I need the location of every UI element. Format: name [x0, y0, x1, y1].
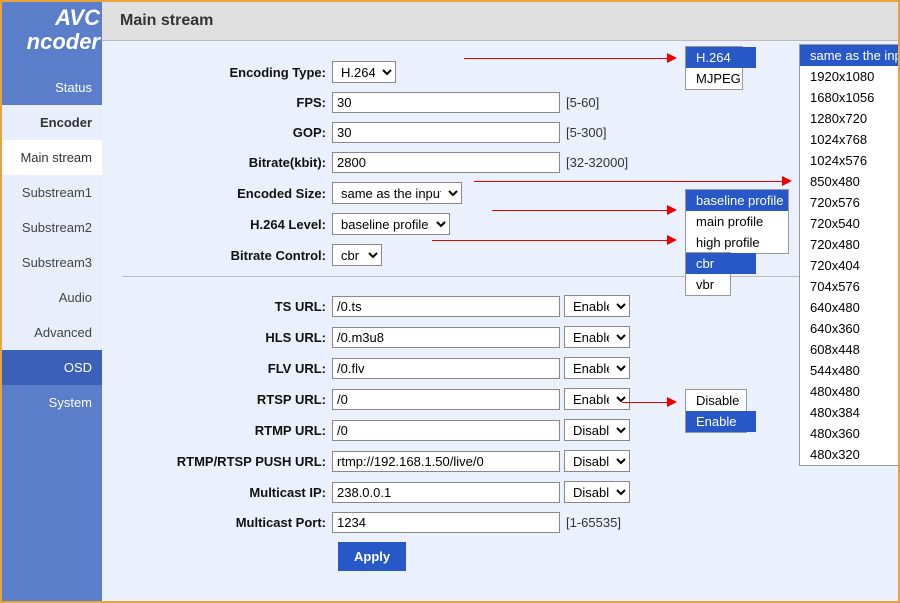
- select-ts-enable[interactable]: Enable: [564, 295, 630, 317]
- popup-item[interactable]: cbr: [686, 253, 756, 274]
- popup-item[interactable]: 544x480: [800, 360, 898, 381]
- input-multicast-ip[interactable]: [332, 482, 560, 503]
- main-area: Main stream Encoding Type: H.264 FPS: [5…: [102, 2, 898, 601]
- popup-item[interactable]: 720x576: [800, 192, 898, 213]
- nav-substream1[interactable]: Substream1: [2, 175, 102, 210]
- popup-item[interactable]: 720x404: [800, 255, 898, 276]
- arrow-rtsp-enable: [622, 401, 677, 403]
- label-push-url: RTMP/RTSP PUSH URL:: [122, 454, 332, 469]
- nav-encoder[interactable]: Encoder: [2, 105, 102, 140]
- popup-item[interactable]: 480x480: [800, 381, 898, 402]
- hint-bitrate: [32-32000]: [566, 155, 628, 170]
- select-push-enable[interactable]: Disable: [564, 450, 630, 472]
- nav-audio[interactable]: Audio: [2, 280, 102, 315]
- nav-osd[interactable]: OSD: [2, 350, 102, 385]
- popup-item[interactable]: 720x540: [800, 213, 898, 234]
- select-rtsp-enable[interactable]: Enable: [564, 388, 630, 410]
- popup-item[interactable]: 1024x768: [800, 129, 898, 150]
- popup-item[interactable]: vbr: [686, 274, 756, 295]
- label-encoding-type: Encoding Type:: [122, 65, 332, 80]
- select-hls-enable[interactable]: Enable: [564, 326, 630, 348]
- arrow-encoding-type: [464, 57, 677, 59]
- select-multicast-enable[interactable]: Disable: [564, 481, 630, 503]
- popup-item[interactable]: Enable: [686, 411, 756, 432]
- nav-status[interactable]: Status: [2, 70, 102, 105]
- input-ts-url[interactable]: [332, 296, 560, 317]
- popup-item[interactable]: 608x448: [800, 339, 898, 360]
- input-gop[interactable]: [332, 122, 560, 143]
- input-hls-url[interactable]: [332, 327, 560, 348]
- select-bitrate-control[interactable]: cbr: [332, 244, 382, 266]
- label-multicast-ip: Multicast IP:: [122, 485, 332, 500]
- select-encoding-type[interactable]: H.264: [332, 61, 396, 83]
- label-rtmp-url: RTMP URL:: [122, 423, 332, 438]
- select-h264-level[interactable]: baseline profile: [332, 213, 450, 235]
- separator: [122, 276, 878, 277]
- popup-encoded-size[interactable]: same as the input 1920x1080 1680x1056 12…: [799, 44, 898, 466]
- input-rtsp-url[interactable]: [332, 389, 560, 410]
- label-fps: FPS:: [122, 95, 332, 110]
- input-fps[interactable]: [332, 92, 560, 113]
- input-push-url[interactable]: [332, 451, 560, 472]
- form-area: Encoding Type: H.264 FPS: [5-60] GOP: [5…: [102, 41, 898, 581]
- select-rtmp-enable[interactable]: Disable: [564, 419, 630, 441]
- popup-item[interactable]: same as the input: [800, 45, 898, 66]
- label-bitrate: Bitrate(kbit):: [122, 155, 332, 170]
- popup-item[interactable]: 720x480: [800, 234, 898, 255]
- popup-encoding-type[interactable]: H.264 MJPEG: [685, 46, 743, 90]
- label-bitrate-control: Bitrate Control:: [122, 248, 332, 263]
- input-bitrate[interactable]: [332, 152, 560, 173]
- apply-button[interactable]: Apply: [338, 542, 406, 571]
- popup-item[interactable]: 1680x1056: [800, 87, 898, 108]
- nav-system[interactable]: System: [2, 385, 102, 420]
- popup-item[interactable]: H.264: [686, 47, 756, 68]
- hint-gop: [5-300]: [566, 125, 606, 140]
- label-gop: GOP:: [122, 125, 332, 140]
- nav-substream2[interactable]: Substream2: [2, 210, 102, 245]
- label-ts-url: TS URL:: [122, 299, 332, 314]
- arrow-bitrate-control: [432, 239, 677, 241]
- sidebar: AVC ncoder Status Encoder Main stream Su…: [2, 2, 102, 601]
- popup-item[interactable]: main profile: [686, 211, 788, 232]
- hint-fps: [5-60]: [566, 95, 599, 110]
- select-encoded-size[interactable]: same as the input: [332, 182, 462, 204]
- label-multicast-port: Multicast Port:: [122, 515, 332, 530]
- popup-rtsp-enable[interactable]: Disable Enable: [685, 389, 747, 433]
- popup-item[interactable]: 640x360: [800, 318, 898, 339]
- select-flv-enable[interactable]: Enable: [564, 357, 630, 379]
- popup-item[interactable]: 1024x576: [800, 150, 898, 171]
- page-title: Main stream: [102, 2, 898, 41]
- popup-item[interactable]: baseline profile: [686, 190, 788, 211]
- popup-item[interactable]: 1280x720: [800, 108, 898, 129]
- label-encoded-size: Encoded Size:: [122, 186, 332, 201]
- logo: AVC ncoder: [2, 2, 102, 70]
- popup-item[interactable]: 850x480: [800, 171, 898, 192]
- label-rtsp-url: RTSP URL:: [122, 392, 332, 407]
- input-multicast-port[interactable]: [332, 512, 560, 533]
- arrow-h264-level: [492, 209, 677, 211]
- nav-substream3[interactable]: Substream3: [2, 245, 102, 280]
- hint-multicast-port: [1-65535]: [566, 515, 621, 530]
- popup-item[interactable]: 480x320: [800, 444, 898, 465]
- nav-advanced[interactable]: Advanced: [2, 315, 102, 350]
- popup-bitrate-control[interactable]: cbr vbr: [685, 252, 731, 296]
- popup-item[interactable]: 704x576: [800, 276, 898, 297]
- input-flv-url[interactable]: [332, 358, 560, 379]
- popup-item[interactable]: Disable: [686, 390, 756, 411]
- popup-item[interactable]: 640x480: [800, 297, 898, 318]
- popup-item[interactable]: MJPEG: [686, 68, 756, 89]
- popup-item[interactable]: 480x384: [800, 402, 898, 423]
- popup-item[interactable]: 480x360: [800, 423, 898, 444]
- label-h264-level: H.264 Level:: [122, 217, 332, 232]
- popup-h264-level[interactable]: baseline profile main profile high profi…: [685, 189, 789, 254]
- popup-item[interactable]: 1920x1080: [800, 66, 898, 87]
- arrow-encoded-size: [474, 180, 792, 182]
- popup-item[interactable]: high profile: [686, 232, 788, 253]
- label-flv-url: FLV URL:: [122, 361, 332, 376]
- label-hls-url: HLS URL:: [122, 330, 332, 345]
- nav-main-stream[interactable]: Main stream: [2, 140, 102, 175]
- input-rtmp-url[interactable]: [332, 420, 560, 441]
